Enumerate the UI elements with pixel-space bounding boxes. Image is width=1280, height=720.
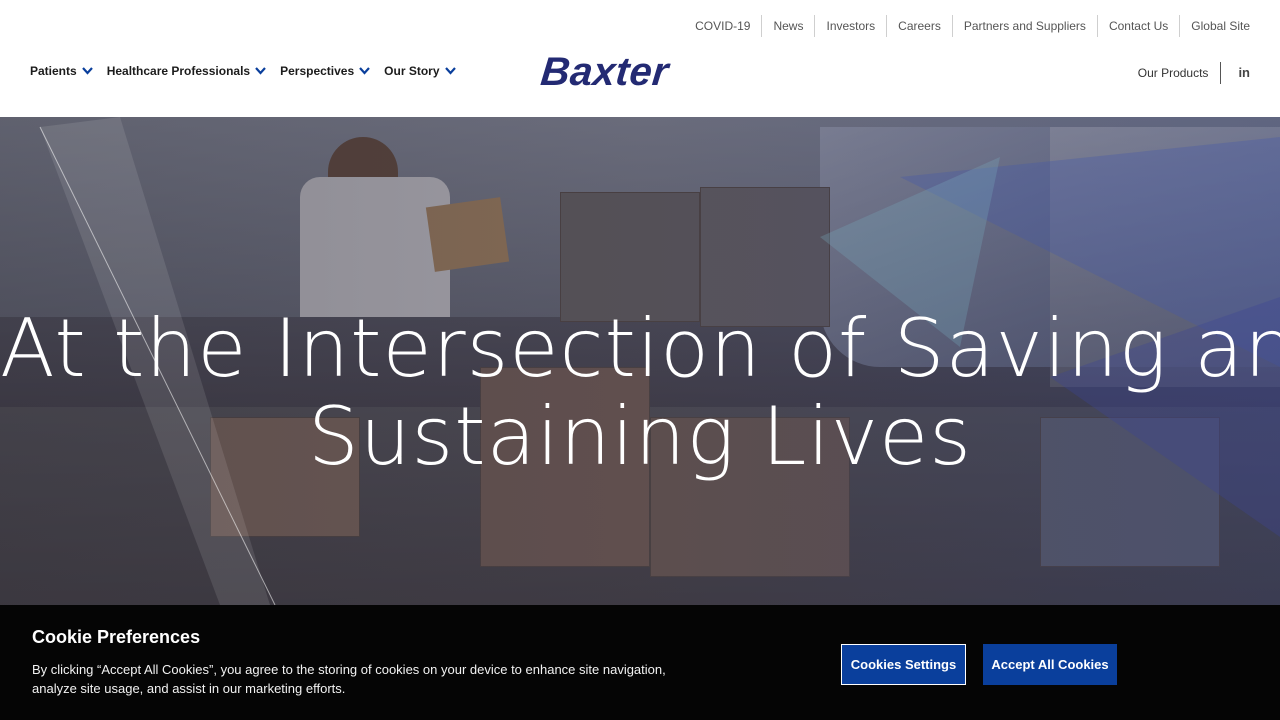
site-header: COVID-19 News Investors Careers Partners…: [0, 0, 1280, 117]
cookies-settings-button[interactable]: Cookies Settings: [841, 644, 966, 685]
chevron-down-icon: [444, 67, 456, 75]
nav-item-label: Our Story: [384, 64, 440, 78]
nav-item-our-story[interactable]: Our Story: [384, 64, 456, 78]
utility-link-global-site[interactable]: Global Site: [1179, 15, 1250, 37]
logo-text: Baxter: [538, 50, 671, 94]
nav-item-label: Patients: [30, 64, 77, 78]
baxter-logo[interactable]: Baxter: [538, 50, 741, 94]
linkedin-icon[interactable]: in: [1238, 62, 1250, 84]
nav-item-label: Perspectives: [280, 64, 355, 78]
nav-item-patients[interactable]: Patients: [30, 64, 93, 78]
utility-link-news[interactable]: News: [761, 15, 814, 37]
hero-banner: At the Intersection of Saving and Sustai…: [0, 117, 1280, 605]
utility-link-partners[interactable]: Partners and Suppliers: [951, 15, 1097, 37]
right-nav: Our Products in: [1138, 62, 1250, 84]
hero-title-line-2: Sustaining Lives: [308, 390, 972, 483]
main-nav: Patients Healthcare Professionals Perspe…: [30, 64, 470, 78]
hero-title: At the Intersection of Saving and Sustai…: [0, 305, 1280, 481]
nav-item-healthcare-professionals[interactable]: Healthcare Professionals: [107, 64, 266, 78]
nav-item-label: Healthcare Professionals: [106, 64, 251, 78]
utility-nav: COVID-19 News Investors Careers Partners…: [684, 15, 1250, 37]
cookie-banner-title: Cookie Preferences: [32, 627, 201, 647]
nav-item-perspectives[interactable]: Perspectives: [280, 64, 370, 78]
accept-all-cookies-button[interactable]: Accept All Cookies: [983, 644, 1117, 685]
chevron-down-icon: [255, 67, 266, 75]
our-products-link[interactable]: Our Products: [1138, 62, 1222, 84]
utility-link-covid[interactable]: COVID-19: [684, 15, 761, 37]
utility-link-investors[interactable]: Investors: [814, 15, 886, 37]
utility-link-contact[interactable]: Contact Us: [1096, 15, 1179, 37]
utility-link-careers[interactable]: Careers: [886, 15, 952, 37]
chevron-down-icon: [81, 67, 93, 75]
chevron-down-icon: [359, 67, 370, 75]
cookie-banner-text: By clicking “Accept All Cookies”, you ag…: [32, 662, 666, 696]
hero-title-line-1: At the Intersection of Saving and: [0, 302, 1280, 395]
cookie-banner: Cookie Preferences By clicking “Accept A…: [0, 605, 1280, 720]
